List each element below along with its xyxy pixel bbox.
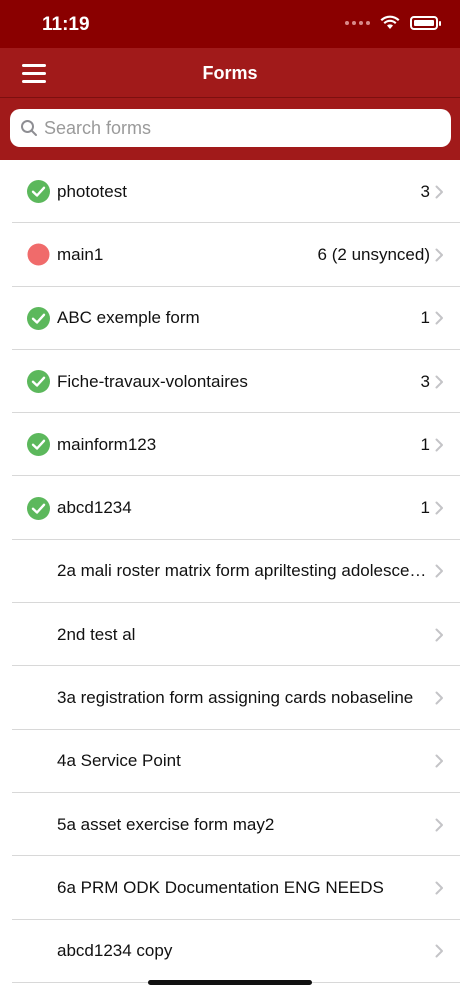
submission-count: 3 bbox=[420, 371, 430, 391]
search-bar bbox=[0, 98, 460, 160]
battery-icon bbox=[410, 15, 441, 30]
synced-check-icon bbox=[27, 306, 50, 330]
submission-count: 1 bbox=[420, 498, 430, 518]
status-icons bbox=[345, 15, 441, 30]
form-list-item[interactable]: ABC exemple form 1 bbox=[0, 287, 460, 351]
form-list-item[interactable]: main1 6 (2 unsynced) bbox=[0, 223, 460, 287]
form-title: 6a PRM ODK Documentation ENG NEEDS bbox=[57, 877, 384, 897]
form-list-item[interactable]: phototest 3 bbox=[0, 160, 460, 224]
form-title: phototest bbox=[57, 181, 127, 201]
chevron-right-icon bbox=[435, 818, 443, 832]
form-title: 2nd test al bbox=[57, 624, 136, 644]
form-list-item[interactable]: 6a PRM ODK Documentation ENG NEEDS bbox=[0, 856, 460, 920]
form-title: ABC exemple form bbox=[57, 308, 200, 328]
form-list-item[interactable]: 3a registration form assigning cards nob… bbox=[0, 666, 460, 730]
form-list-item[interactable]: abcd1234 1 bbox=[0, 476, 460, 541]
form-title: 5a asset exercise form may2 bbox=[57, 814, 275, 834]
synced-check-icon bbox=[27, 370, 50, 394]
synced-check-icon bbox=[27, 180, 50, 204]
search-box[interactable] bbox=[10, 109, 451, 147]
wifi-icon bbox=[380, 15, 400, 29]
submission-count: 6 (2 unsynced) bbox=[317, 244, 430, 264]
chevron-right-icon bbox=[435, 691, 443, 705]
search-input[interactable] bbox=[44, 117, 424, 139]
form-title: 4a Service Point bbox=[57, 751, 181, 771]
form-title: abcd1234 copy bbox=[57, 941, 173, 961]
chevron-right-icon bbox=[435, 185, 443, 199]
form-list-item[interactable]: 4a Service Point bbox=[0, 730, 460, 794]
status-time: 11:19 bbox=[42, 14, 90, 35]
chevron-right-icon bbox=[435, 438, 443, 452]
form-list-item[interactable]: mainform123 1 bbox=[0, 413, 460, 477]
unsynced-status-icon bbox=[27, 243, 50, 266]
form-list-item[interactable]: 2a mali roster matrix form apriltesting … bbox=[0, 540, 460, 604]
form-title: 3a registration form assigning cards nob… bbox=[57, 688, 414, 708]
chevron-right-icon bbox=[435, 944, 443, 958]
submission-count: 1 bbox=[420, 308, 430, 328]
submission-count: 3 bbox=[420, 181, 430, 201]
chevron-right-icon bbox=[435, 311, 443, 325]
form-title: abcd1234 bbox=[57, 498, 132, 518]
search-icon bbox=[21, 120, 37, 136]
home-indicator bbox=[148, 980, 312, 985]
form-title: Fiche-travaux-volontaires bbox=[57, 371, 248, 391]
signal-icon bbox=[345, 20, 370, 25]
chevron-right-icon bbox=[435, 564, 443, 578]
forms-list: phototest 3 main1 6 (2 unsynced) ABC exemple… bbox=[0, 160, 460, 984]
chevron-right-icon bbox=[435, 754, 443, 768]
chevron-right-icon bbox=[435, 248, 443, 262]
form-list-item[interactable]: 2nd test al bbox=[0, 603, 460, 667]
synced-check-icon bbox=[27, 433, 50, 457]
status-bar: 11:19 bbox=[0, 0, 460, 48]
chevron-right-icon bbox=[435, 628, 443, 642]
form-list-item[interactable]: 5a asset exercise form may2 bbox=[0, 793, 460, 857]
form-list-item[interactable]: abcd1234 copy bbox=[0, 920, 460, 984]
form-title: 2a mali roster matrix form apriltesting … bbox=[57, 561, 432, 581]
form-list-item[interactable]: Fiche-travaux-volontaires 3 bbox=[0, 350, 460, 414]
chevron-right-icon bbox=[435, 501, 443, 515]
page-title: Forms bbox=[202, 63, 258, 83]
navigation-bar: Forms bbox=[0, 48, 460, 98]
form-title: mainform123 bbox=[57, 434, 157, 454]
chevron-right-icon bbox=[435, 881, 443, 895]
submission-count: 1 bbox=[420, 434, 430, 454]
synced-check-icon bbox=[27, 496, 50, 520]
chevron-right-icon bbox=[435, 375, 443, 389]
